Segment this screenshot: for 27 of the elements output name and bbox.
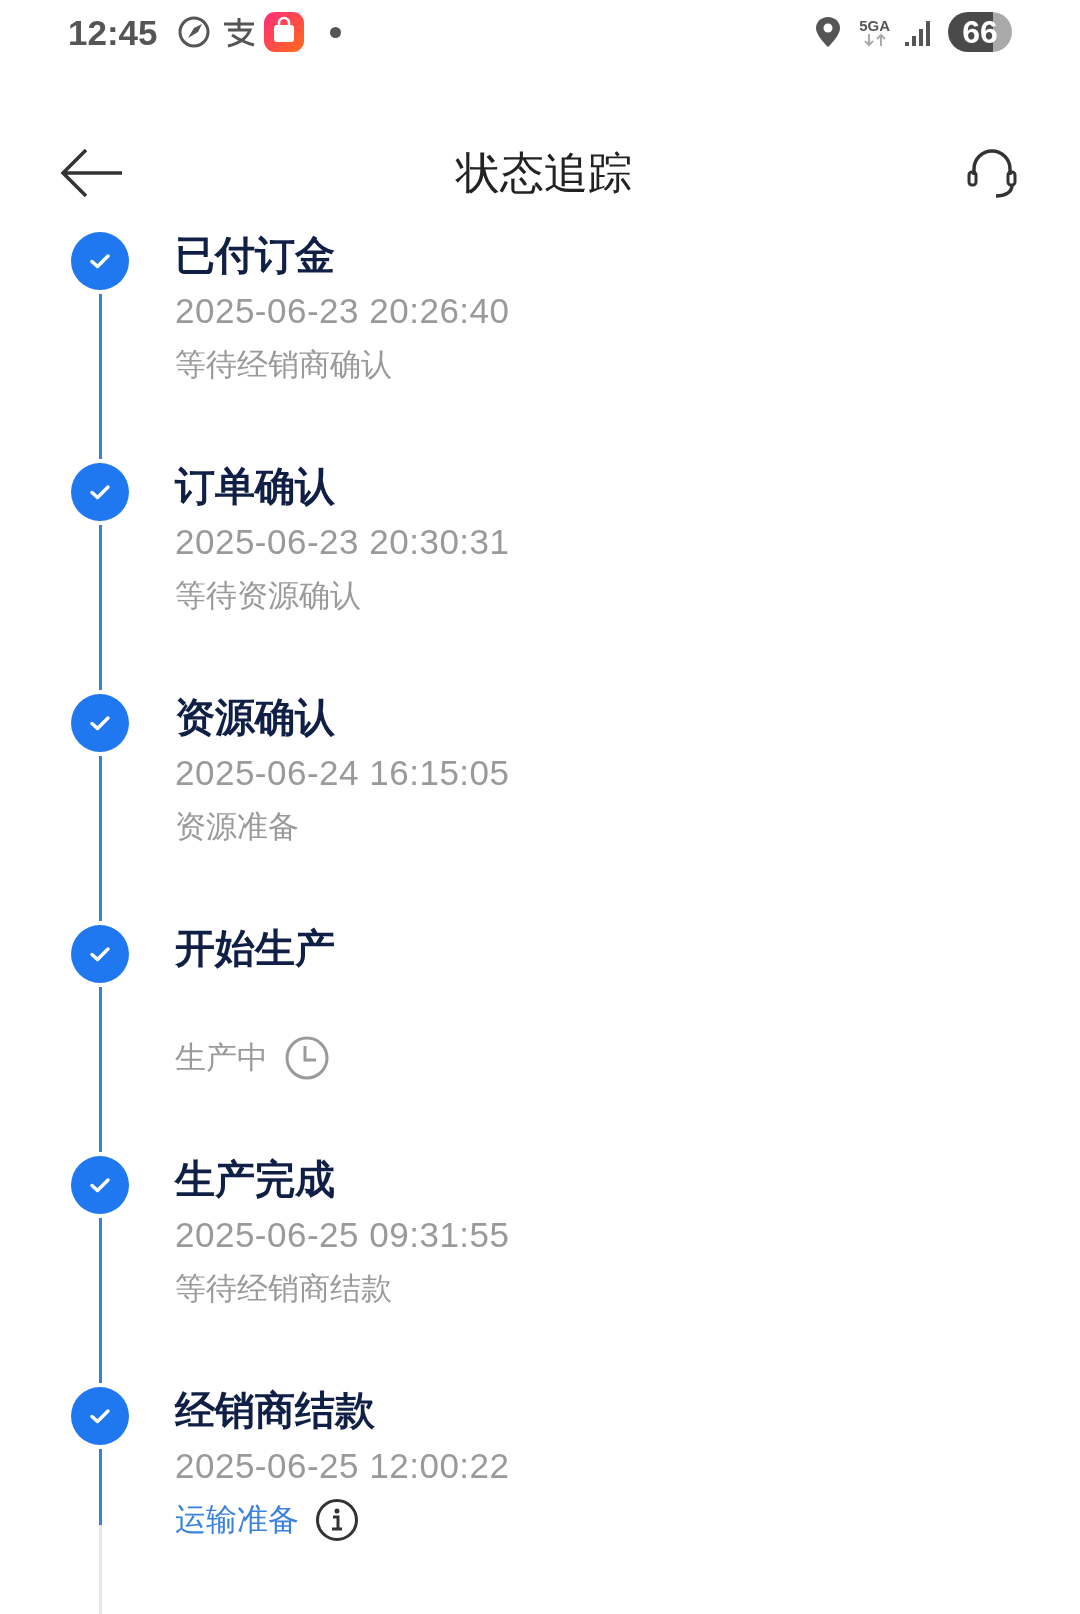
step-title: 生产完成 [175, 1156, 336, 1202]
step-title: 资源确认 [175, 694, 336, 740]
step-title: 订单确认 [175, 463, 336, 509]
step-time: 2025-06-25 12:00:22 [175, 1445, 510, 1487]
clock-time: 12:45 [68, 14, 158, 50]
step-title: 开始生产 [175, 925, 335, 971]
step-time: 2025-06-23 20:30:31 [175, 521, 510, 563]
network-label: 5GA [859, 17, 890, 33]
status-note: 等待经销商结款 [175, 1270, 392, 1308]
page-title: 状态追踪 [456, 151, 632, 195]
step-time: 2025-06-23 20:26:40 [175, 290, 510, 332]
step-title: 经销商结款 [175, 1387, 376, 1433]
clock-icon [284, 1035, 330, 1081]
status-note: 生产中 [175, 1039, 268, 1077]
status-note: 运输准备 [175, 1501, 299, 1539]
info-icon[interactable] [315, 1498, 359, 1542]
battery-indicator: 66 [948, 12, 1012, 52]
back-arrow-icon[interactable] [60, 148, 124, 198]
step-title: 已付订金 [175, 232, 336, 278]
status-note: 等待资源确认 [175, 577, 361, 615]
step-time: 2025-06-25 09:31:55 [175, 1214, 510, 1256]
location-icon [815, 16, 842, 48]
status-note: 等待经销商确认 [175, 346, 392, 384]
shopping-bag-icon [263, 12, 304, 52]
status-note: 资源准备 [175, 808, 299, 846]
step-time: 2025-06-24 16:15:05 [175, 752, 510, 794]
data-arrows-icon [861, 32, 888, 47]
